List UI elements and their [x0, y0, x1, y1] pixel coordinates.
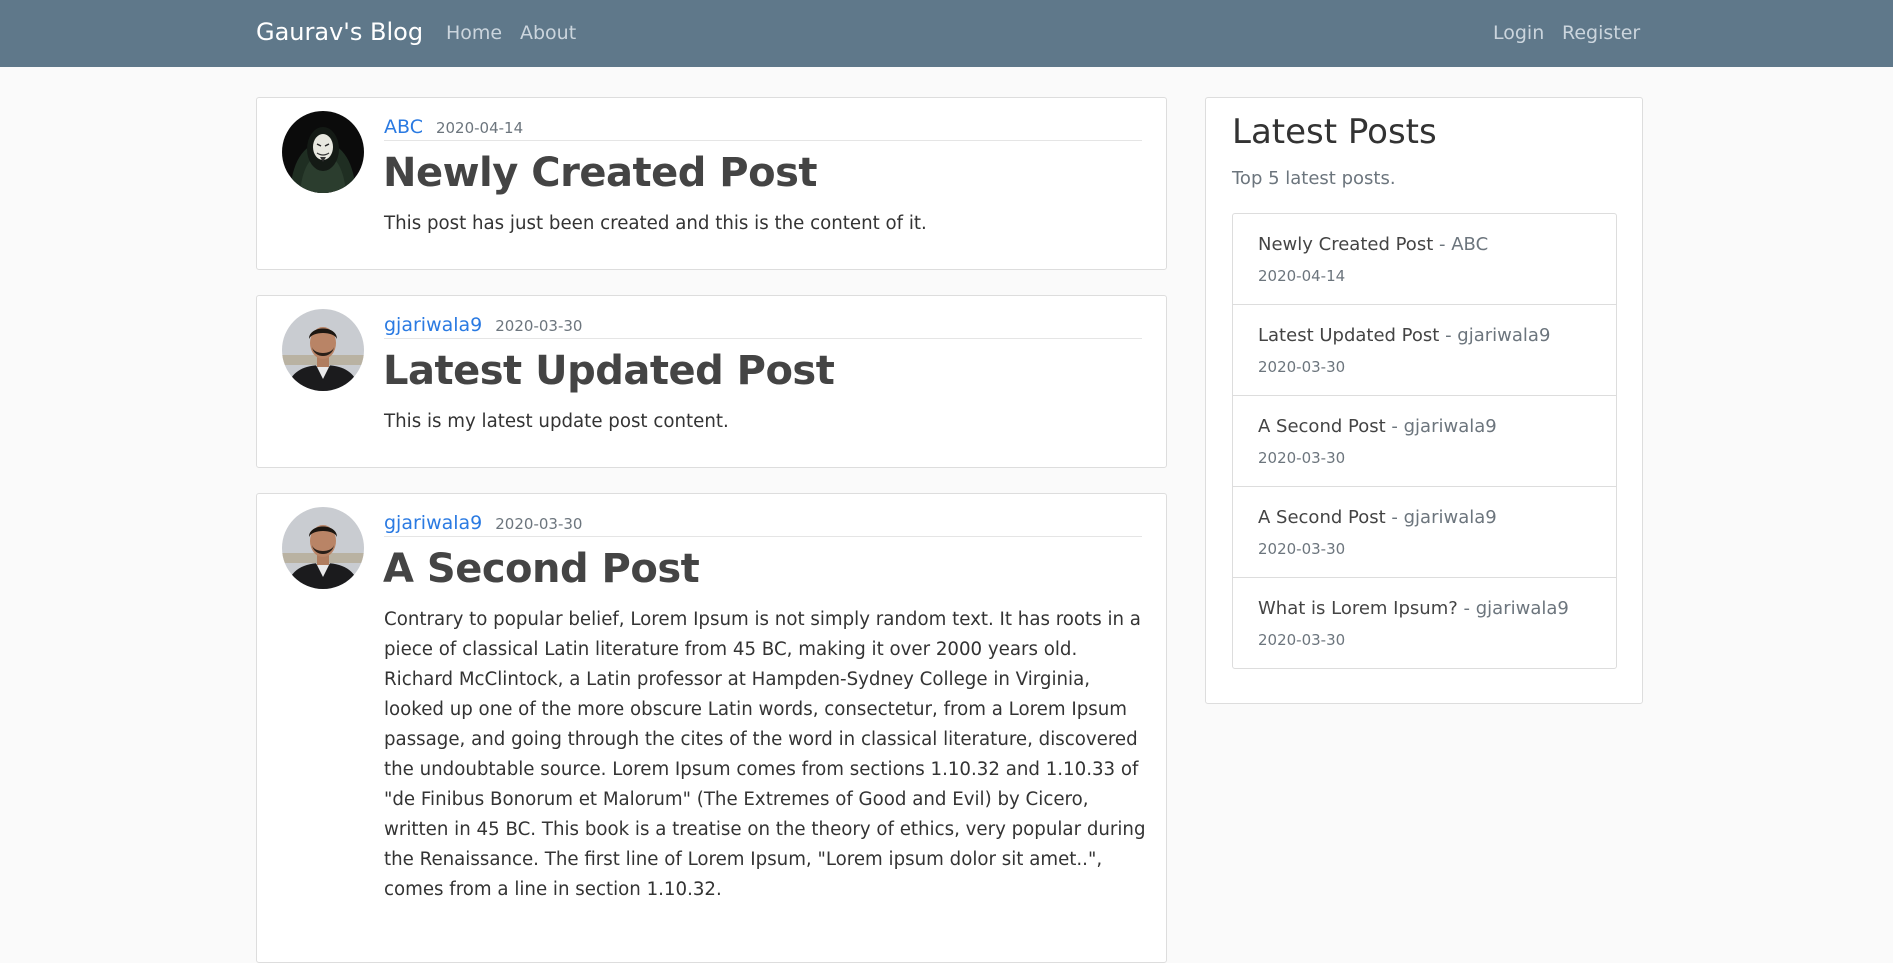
- post-card: ABC 2020-04-14 Newly Created Post This po…: [256, 97, 1167, 270]
- post-metadata: gjariwala9 2020-03-30: [384, 512, 1142, 537]
- post-metadata: gjariwala9 2020-03-30: [384, 314, 1142, 339]
- list-item-heading: A Second Post - gjariwala9: [1258, 507, 1497, 528]
- nav-login-link[interactable]: Login: [1493, 22, 1544, 44]
- list-item-date: 2020-03-30: [1258, 358, 1346, 376]
- post-card: gjariwala9 2020-03-30 A Second Post Contr…: [256, 493, 1167, 963]
- list-item-author: - ABC: [1439, 234, 1489, 255]
- list-item-author: - gjariwala9: [1391, 416, 1497, 437]
- list-item-heading: What is Lorem Ipsum? - gjariwala9: [1258, 598, 1569, 619]
- post-title-link[interactable]: A Second Post: [383, 544, 700, 594]
- list-item[interactable]: What is Lorem Ipsum? - gjariwala9 2020-0…: [1233, 578, 1616, 668]
- latest-posts-sidebar: Latest Posts Top 5 latest posts. Newly C…: [1205, 97, 1643, 704]
- list-item-title: Newly Created Post: [1258, 234, 1434, 255]
- top-navbar: Gaurav's Blog Home About Login Register: [0, 0, 1893, 67]
- list-item-title: Latest Updated Post: [1258, 325, 1440, 346]
- sidebar-subtitle: Top 5 latest posts.: [1232, 168, 1396, 189]
- post-date: 2020-03-30: [495, 317, 583, 335]
- brand-link[interactable]: Gaurav's Blog: [256, 18, 423, 46]
- list-item-title: A Second Post: [1258, 416, 1386, 437]
- list-item-heading: Latest Updated Post - gjariwala9: [1258, 325, 1550, 346]
- post-content: Contrary to popular belief, Lorem Ipsum …: [384, 609, 1146, 900]
- list-item-date: 2020-03-30: [1258, 540, 1346, 558]
- post-title-link[interactable]: Latest Updated Post: [383, 346, 835, 396]
- anonymous-mask-avatar: [282, 111, 364, 193]
- post-author-link[interactable]: gjariwala9: [384, 314, 482, 336]
- list-item-author: - gjariwala9: [1391, 507, 1497, 528]
- post-author-link[interactable]: ABC: [384, 116, 423, 138]
- post-date: 2020-03-30: [495, 515, 583, 533]
- list-item-author: - gjariwala9: [1445, 325, 1551, 346]
- post-title-link[interactable]: Newly Created Post: [383, 148, 818, 198]
- list-item[interactable]: A Second Post - gjariwala9 2020-03-30: [1233, 487, 1616, 578]
- latest-posts-list: Newly Created Post - ABC 2020-04-14 Late…: [1232, 213, 1617, 669]
- nav-register-link[interactable]: Register: [1562, 22, 1640, 44]
- post-date: 2020-04-14: [435, 119, 524, 137]
- list-item-title: A Second Post: [1258, 507, 1386, 528]
- post-card: gjariwala9 2020-03-30 Latest Updated Post…: [256, 295, 1167, 468]
- list-item-author: - gjariwala9: [1463, 598, 1569, 619]
- list-item-heading: Newly Created Post - ABC: [1258, 234, 1488, 255]
- nav-about-link[interactable]: About: [520, 22, 576, 44]
- list-item-date: 2020-03-30: [1258, 631, 1346, 649]
- list-item[interactable]: Newly Created Post - ABC 2020-04-14: [1233, 214, 1616, 305]
- list-item-title: What is Lorem Ipsum?: [1258, 598, 1458, 619]
- nav-home-link[interactable]: Home: [446, 22, 502, 44]
- post-metadata: ABC 2020-04-14: [384, 116, 1142, 141]
- post-content: This post has just been created and this…: [384, 213, 927, 234]
- user-photo-avatar: [282, 309, 364, 391]
- sidebar-title: Latest Posts: [1232, 112, 1437, 152]
- post-content: This is my latest update post content.: [384, 411, 729, 432]
- user-photo-avatar: [282, 507, 364, 589]
- list-item[interactable]: A Second Post - gjariwala9 2020-03-30: [1233, 396, 1616, 487]
- list-item-date: 2020-04-14: [1258, 267, 1346, 285]
- list-item-heading: A Second Post - gjariwala9: [1258, 416, 1497, 437]
- list-item[interactable]: Latest Updated Post - gjariwala9 2020-03…: [1233, 305, 1616, 396]
- list-item-date: 2020-03-30: [1258, 449, 1346, 467]
- post-author-link[interactable]: gjariwala9: [384, 512, 482, 534]
